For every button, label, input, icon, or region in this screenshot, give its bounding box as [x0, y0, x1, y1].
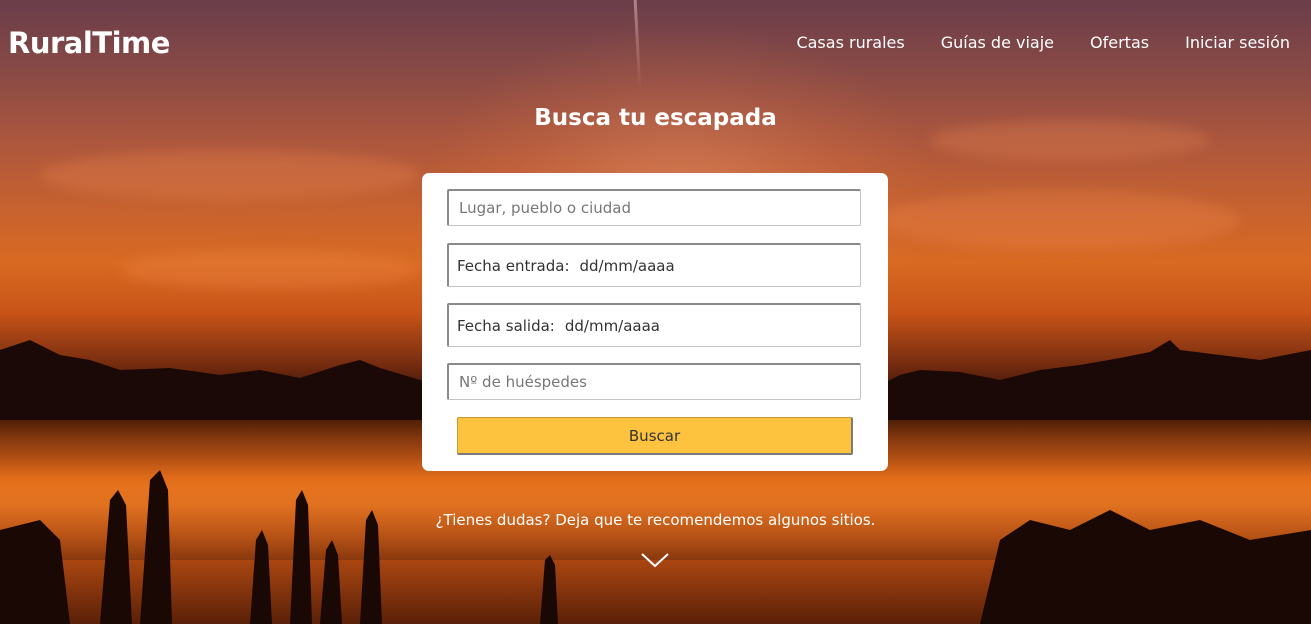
- nav-link-guias-de-viaje[interactable]: Guías de viaje: [941, 33, 1054, 52]
- reeds-silhouette: [0, 470, 1311, 624]
- search-form-card: Fecha entrada: dd/mm/aaaa Fecha salida: …: [422, 173, 888, 471]
- nav-link-casas-rurales[interactable]: Casas rurales: [796, 33, 904, 52]
- hero-section: RuralTime Casas rurales Guías de viaje O…: [0, 0, 1311, 624]
- check-in-field[interactable]: Fecha entrada: dd/mm/aaaa: [447, 243, 861, 287]
- nav-link-iniciar-sesion[interactable]: Iniciar sesión: [1185, 33, 1290, 52]
- check-out-label: Fecha salida:: [457, 316, 555, 335]
- hero-title: Busca tu escapada: [534, 105, 777, 131]
- check-out-value: dd/mm/aaaa: [564, 316, 661, 335]
- cloud: [880, 190, 1240, 250]
- main-nav: Casas rurales Guías de viaje Ofertas Ini…: [796, 33, 1290, 52]
- guests-field-wrapper: [447, 363, 861, 400]
- nav-link-ofertas[interactable]: Ofertas: [1090, 33, 1149, 52]
- search-button[interactable]: Buscar: [457, 417, 853, 455]
- cloud: [40, 150, 420, 200]
- place-input[interactable]: [457, 198, 852, 218]
- check-out-field[interactable]: Fecha salida: dd/mm/aaaa: [447, 303, 861, 347]
- check-in-label: Fecha entrada:: [457, 256, 570, 275]
- brand-logo[interactable]: RuralTime: [8, 26, 170, 60]
- cloud: [120, 250, 420, 290]
- recommendation-text: ¿Tienes dudas? Deja que te recomendemos …: [435, 511, 876, 529]
- guests-input[interactable]: [457, 372, 852, 392]
- chevron-down-icon[interactable]: [640, 550, 670, 570]
- place-field-wrapper: [447, 189, 861, 226]
- check-in-value: dd/mm/aaaa: [579, 256, 675, 275]
